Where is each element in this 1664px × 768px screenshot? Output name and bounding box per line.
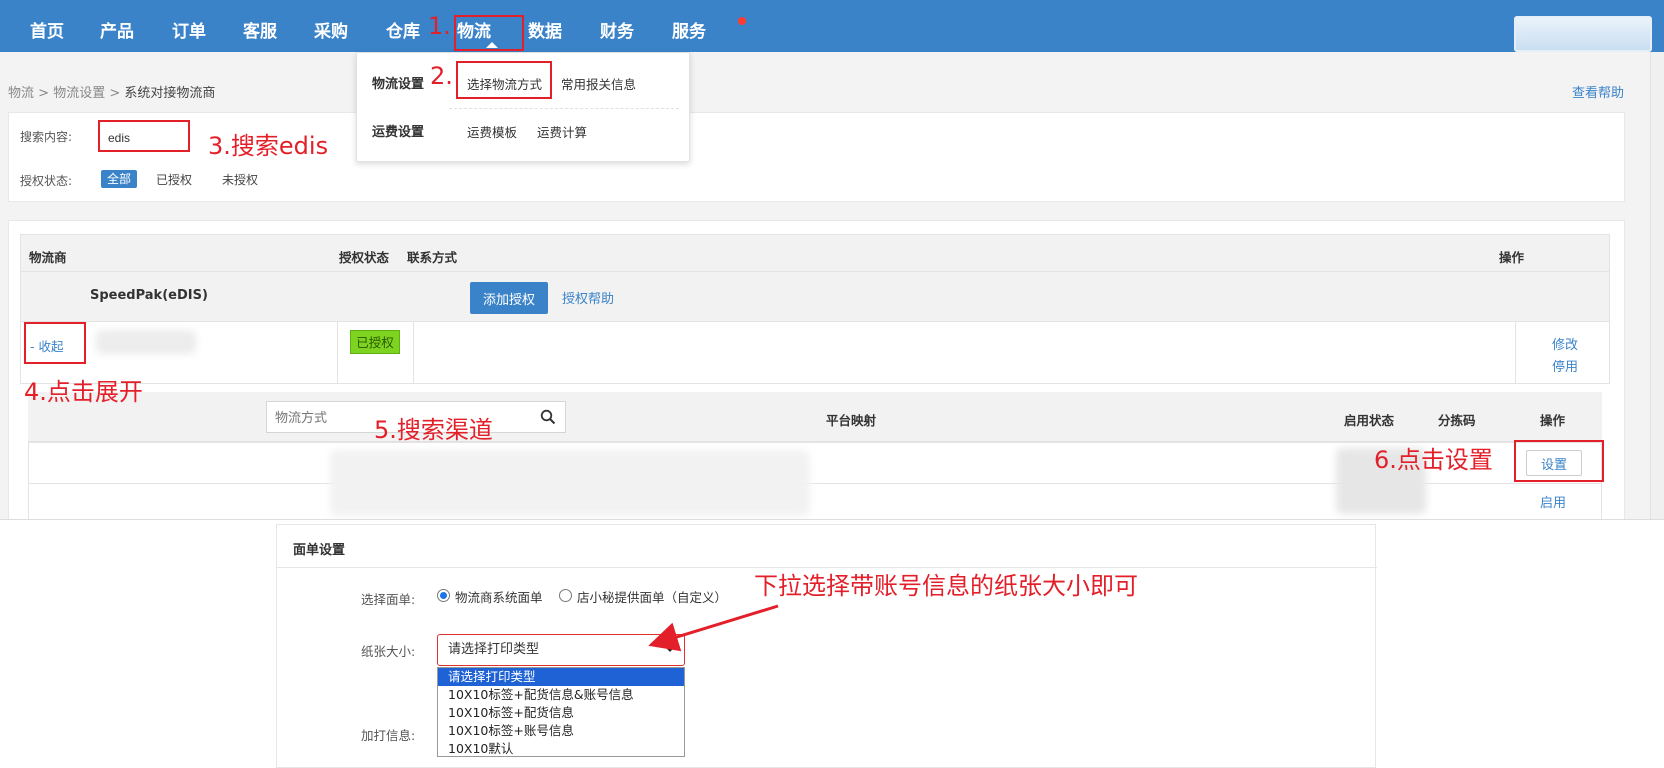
search-icon[interactable]: [540, 409, 556, 425]
nav-item-purchase[interactable]: 采购: [314, 0, 348, 52]
menu-item-shipping-calc[interactable]: 运费计算: [537, 122, 587, 141]
paper-option[interactable]: 10X10标签+配货信息: [438, 704, 684, 722]
column-divider: [337, 322, 338, 384]
column-divider: [1515, 322, 1516, 384]
dropdown-group-logistics-settings: 物流设置: [372, 77, 425, 92]
paper-option[interactable]: 10X10默认: [438, 740, 684, 758]
table-row-account: [20, 322, 1610, 384]
annotation-step2: 2.: [430, 62, 453, 90]
paper-size-label: 纸张大小:: [361, 644, 416, 659]
menu-item-shipping-template[interactable]: 运费模板: [467, 122, 517, 141]
disable-link[interactable]: 停用: [1552, 356, 1578, 375]
radio-custom-label-text: 店小秘提供面单（自定义）: [577, 590, 728, 605]
breadcrumb: 物流 > 物流设置 > 系统对接物流商: [8, 82, 215, 101]
channel-subtable-header: 平台映射 启用状态 分拣码 操作: [28, 392, 1602, 442]
paper-option[interactable]: 请选择打印类型: [438, 668, 684, 686]
col-auth-status: 授权状态: [339, 250, 390, 265]
nav-item-service[interactable]: 客服: [243, 0, 277, 52]
annotation-instruction: 下拉选择带账号信息的纸张大小即可: [754, 572, 1138, 600]
col-provider: 物流商: [29, 250, 67, 265]
filter-unauthorized[interactable]: 未授权: [222, 171, 258, 188]
breadcrumb-separator: >: [109, 86, 121, 101]
page-scrollbar[interactable]: [1650, 52, 1664, 519]
nav-item-data[interactable]: 数据: [528, 0, 562, 52]
breadcrumb-logistics[interactable]: 物流: [8, 86, 34, 101]
col-actions: 操作: [1499, 250, 1525, 265]
nav-item-finance[interactable]: 财务: [600, 0, 634, 52]
edit-link[interactable]: 修改: [1552, 334, 1578, 353]
breadcrumb-logistics-settings[interactable]: 物流设置: [53, 86, 105, 101]
enable-link[interactable]: 启用: [1540, 492, 1566, 511]
provider-name: SpeedPak(eDIS): [90, 288, 208, 303]
row-divider: [28, 442, 1602, 443]
paper-option[interactable]: 10X10标签+配货信息&账号信息: [438, 686, 684, 704]
breadcrumb-separator: >: [38, 86, 50, 101]
table-row-provider: [20, 272, 1610, 322]
dropdown-group-shipping-settings: 运费设置: [372, 125, 425, 140]
radio-provider-label[interactable]: [437, 589, 450, 602]
help-link[interactable]: 查看帮助: [1572, 82, 1624, 101]
dropdown-separator: [449, 108, 679, 109]
filter-authorized[interactable]: 已授权: [156, 171, 192, 188]
radio-custom-label[interactable]: [559, 589, 572, 602]
col-contact: 联系方式: [407, 250, 458, 265]
panel-title: 面单设置: [293, 543, 346, 558]
extra-info-label: 加打信息:: [361, 728, 416, 743]
blurred-account-name: [96, 330, 196, 354]
label-settings-panel: 面单设置 选择面单: 物流商系统面单 店小秘提供面单（自定义） 纸张大小: 请选…: [276, 524, 1377, 768]
annotation-step6: 6.点击设置: [1374, 446, 1493, 474]
paper-size-select[interactable]: 请选择打印类型: [437, 634, 685, 666]
blurred-channel-name: [330, 450, 810, 516]
annotation-step4: 4.点击展开: [24, 378, 143, 406]
paper-size-options: 请选择打印类型 10X10标签+配货信息&账号信息 10X10标签+配货信息 1…: [437, 667, 685, 757]
auth-status-label: 授权状态:: [20, 174, 73, 188]
notification-dot-icon: [738, 17, 746, 25]
annotation-step1: 1.: [428, 12, 451, 40]
user-avatar[interactable]: [1514, 16, 1652, 52]
paper-option[interactable]: 10X10标签+账号信息: [438, 722, 684, 740]
choose-label-label: 选择面单:: [361, 592, 416, 607]
annotation-step3: 3.搜索edis: [208, 132, 329, 160]
col-enable-status: 启用状态: [1344, 413, 1395, 428]
chevron-down-icon[interactable]: [663, 641, 677, 655]
column-divider: [413, 322, 414, 384]
col-sub-actions: 操作: [1540, 413, 1566, 428]
radio-provider-label-text: 物流商系统面单: [455, 590, 543, 605]
search-content-label: 搜索内容:: [20, 130, 73, 144]
annotation-box-logistics: [454, 15, 524, 51]
nav-item-orders[interactable]: 订单: [172, 0, 206, 52]
provider-table-header: 物流商 授权状态 联系方式 操作: [20, 234, 1610, 272]
nav-item-products[interactable]: 产品: [100, 0, 134, 52]
menu-item-customs-info[interactable]: 常用报关信息: [561, 74, 636, 93]
auth-help-link[interactable]: 授权帮助: [562, 288, 614, 307]
authorized-badge: 已授权: [350, 330, 400, 354]
annotation-step5: 5.搜索渠道: [374, 416, 493, 444]
col-sort-code: 分拣码: [1438, 413, 1476, 428]
nav-item-warehouse[interactable]: 仓库: [386, 0, 420, 52]
filter-all[interactable]: 全部: [101, 170, 137, 188]
annotation-box-search: [98, 120, 190, 152]
add-auth-button[interactable]: 添加授权: [470, 282, 548, 314]
col-platform-mapping: 平台映射: [826, 413, 877, 428]
annotation-box-set: [1514, 440, 1604, 482]
nav-item-home[interactable]: 首页: [30, 0, 64, 52]
breadcrumb-current: 系统对接物流商: [124, 86, 216, 101]
top-nav-bar: 首页 产品 订单 客服 采购 仓库 物流 数据 财务 服务: [0, 0, 1664, 52]
nav-item-services[interactable]: 服务: [672, 0, 706, 52]
annotation-box-collapse: [24, 322, 86, 364]
annotation-box-select-logistics: [456, 61, 552, 99]
